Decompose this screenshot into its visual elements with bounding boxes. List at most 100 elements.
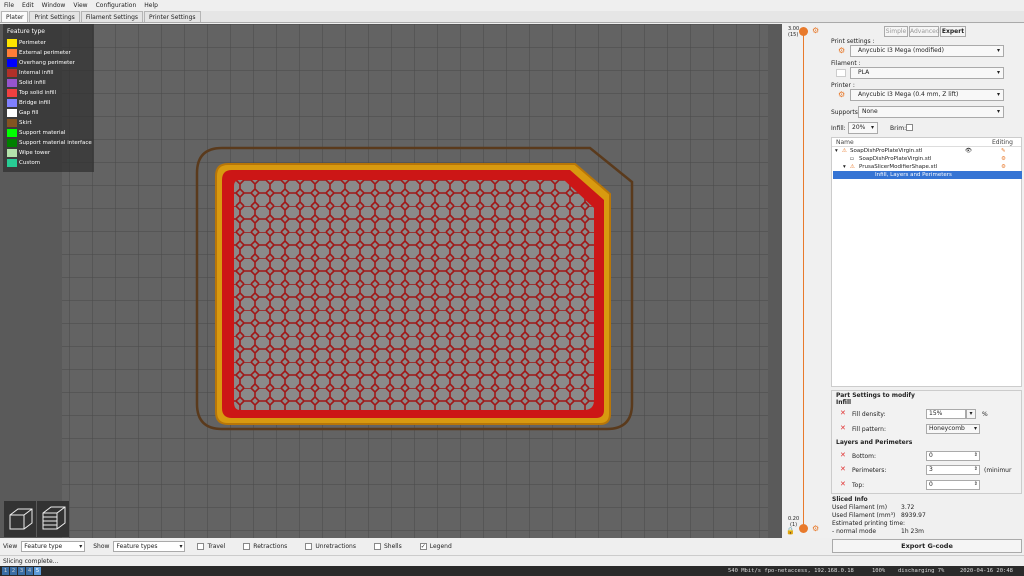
legend-swatch: [7, 128, 17, 137]
stepper-icon[interactable]: ⇕: [974, 465, 978, 473]
retractions-option[interactable]: Retractions: [243, 542, 287, 550]
settings-gear-icon[interactable]: ⚙: [1001, 155, 1006, 163]
workspace-1[interactable]: 1: [2, 567, 9, 575]
mode-advanced-button[interactable]: Advanced: [909, 26, 940, 37]
remove-x-icon[interactable]: ✕: [840, 465, 846, 473]
perimeters-field[interactable]: 3 ⇕: [926, 465, 980, 475]
tree-row-label: PrusaSlicerModifierShape.stl: [859, 164, 938, 170]
legend-label: Perimeter: [19, 39, 46, 46]
tab-print-settings[interactable]: Print Settings: [29, 11, 80, 22]
chevron-down-icon: ▾: [996, 69, 1000, 76]
print-settings-select[interactable]: Anycubic I3 Mega (modified) ▾: [850, 45, 1004, 57]
printer-select[interactable]: Anycubic I3 Mega (0.4 mm, Z lift) ▾: [850, 89, 1004, 101]
print-settings-label: Print settings :: [831, 38, 875, 45]
layer-slider[interactable]: 3.00 (15) ⚙ ⚙ 0.20 (1) 🔒: [782, 24, 830, 538]
view-select[interactable]: Feature type ▾: [21, 540, 86, 552]
menu-window[interactable]: Window: [42, 2, 66, 9]
3d-viewport[interactable]: [0, 24, 782, 538]
menu-edit[interactable]: Edit: [22, 2, 34, 9]
menu-view[interactable]: View: [73, 2, 87, 9]
tree-row-selected[interactable]: Infill, Layers and Perimeters: [833, 171, 1022, 179]
mode-simple-button[interactable]: Simple: [884, 26, 908, 37]
eye-icon[interactable]: 👁: [965, 147, 972, 155]
legend-label: Wipe tower: [19, 149, 51, 156]
shells-option[interactable]: Shells: [373, 542, 402, 550]
workspace-5[interactable]: 5: [34, 567, 41, 575]
supports-select[interactable]: None ▾: [858, 106, 1004, 118]
status-text: Slicing complete...: [3, 558, 59, 565]
fill-density-field[interactable]: 15%: [926, 409, 966, 419]
expand-arrow-icon[interactable]: ▾: [835, 147, 838, 155]
fill-pattern-value: Honeycomb: [929, 425, 965, 432]
slider-top-thumb[interactable]: [799, 27, 808, 36]
tab-filament-settings[interactable]: Filament Settings: [80, 11, 144, 22]
infill-select[interactable]: 20% ▾: [848, 122, 878, 134]
travel-checkbox[interactable]: [197, 542, 205, 550]
settings-gear-icon[interactable]: ⚙: [1001, 163, 1006, 171]
legend-swatch: [7, 38, 17, 47]
remove-x-icon[interactable]: ✕: [840, 409, 846, 417]
lock-icon[interactable]: 🔒: [786, 527, 795, 535]
settings-gear-icon[interactable]: ⚙: [812, 524, 819, 533]
percent-label: %: [982, 411, 988, 418]
unretractions-option[interactable]: Unretractions: [305, 542, 356, 550]
brim-checkbox[interactable]: [906, 124, 913, 131]
tab-plater[interactable]: Plater: [1, 11, 29, 22]
settings-gear-icon[interactable]: ⚙: [838, 91, 846, 99]
layers-section-header: Layers and Perimeters: [836, 439, 913, 446]
fill-pattern-select[interactable]: Honeycomb ▾: [926, 424, 980, 434]
slider-bottom-thumb[interactable]: [799, 524, 808, 533]
menu-configuration[interactable]: Configuration: [96, 2, 137, 9]
retractions-checkbox[interactable]: [243, 542, 251, 550]
export-gcode-button[interactable]: Export G-code: [832, 539, 1022, 553]
travel-option[interactable]: Travel: [197, 542, 226, 550]
workspace-4[interactable]: 4: [26, 567, 33, 575]
slider-track: [803, 32, 804, 530]
settings-gear-icon[interactable]: ⚙: [838, 47, 846, 55]
mode-expert-button[interactable]: Expert: [940, 26, 966, 37]
remove-x-icon[interactable]: ✕: [840, 424, 846, 432]
travel-label: Travel: [207, 542, 226, 550]
modifier-icon: ⚠: [850, 164, 855, 170]
tree-row[interactable]: ▾ ⚠ SoapDishProPlateVirgin.stl 👁 ✎: [833, 147, 1022, 155]
unretractions-checkbox[interactable]: [305, 542, 313, 550]
layers-view-icon[interactable]: [37, 501, 69, 537]
object-list[interactable]: Name Editing ▾ ⚠ SoapDishProPlateVirgin.st…: [831, 137, 1022, 387]
legend-checkbox-checked[interactable]: ✓: [419, 542, 427, 550]
tree-row[interactable]: ▫ SoapDishProPlateVirgin.stl ⚙: [833, 155, 1022, 163]
edit-icon[interactable]: ✎: [1001, 147, 1006, 155]
legend-label: Support material: [19, 129, 66, 136]
legend-swatch: [7, 118, 17, 127]
view-cube-icon[interactable]: [4, 501, 36, 537]
show-select-value: Feature types: [116, 542, 158, 550]
filament-select[interactable]: PLA ▾: [850, 67, 1004, 79]
chevron-down-icon[interactable]: ▾: [966, 409, 976, 419]
settings-gear-icon[interactable]: ⚙: [812, 26, 819, 35]
tab-printer-settings[interactable]: Printer Settings: [144, 11, 201, 22]
tree-row[interactable]: ▾ ⚠ PrusaSlicerModifierShape.stl ⚙: [833, 163, 1022, 171]
legend-label: Internal infill: [19, 69, 54, 76]
stepper-icon[interactable]: ⇕: [974, 451, 978, 459]
remove-x-icon[interactable]: ✕: [840, 451, 846, 459]
filament-color-swatch[interactable]: [836, 69, 846, 77]
legend-item: Internal infill: [7, 68, 53, 77]
legend-label: Bridge infill: [19, 99, 51, 106]
show-select[interactable]: Feature types ▾: [113, 540, 186, 552]
workspace-2[interactable]: 2: [10, 567, 17, 575]
top-layers-field[interactable]: 0 ⇕: [926, 480, 980, 490]
legend-option[interactable]: ✓ Legend: [419, 542, 452, 550]
stepper-icon[interactable]: ⇕: [974, 480, 978, 488]
workspace-3[interactable]: 3: [18, 567, 25, 575]
menu-file[interactable]: File: [4, 2, 14, 9]
status-bar: Slicing complete...: [0, 555, 1024, 566]
tree-row-label: SoapDishProPlateVirgin.stl: [859, 156, 932, 162]
menu-help[interactable]: Help: [144, 2, 158, 9]
expand-arrow-icon[interactable]: ▾: [843, 163, 846, 171]
supports-value: None: [862, 108, 878, 115]
remove-x-icon[interactable]: ✕: [840, 480, 846, 488]
used-filament-m-value: 3.72: [901, 504, 915, 511]
shells-checkbox[interactable]: [373, 542, 381, 550]
bottom-layers-field[interactable]: 0 ⇕: [926, 451, 980, 461]
legend-swatch: [7, 138, 17, 147]
legend-item: Overhang perimeter: [7, 58, 75, 67]
